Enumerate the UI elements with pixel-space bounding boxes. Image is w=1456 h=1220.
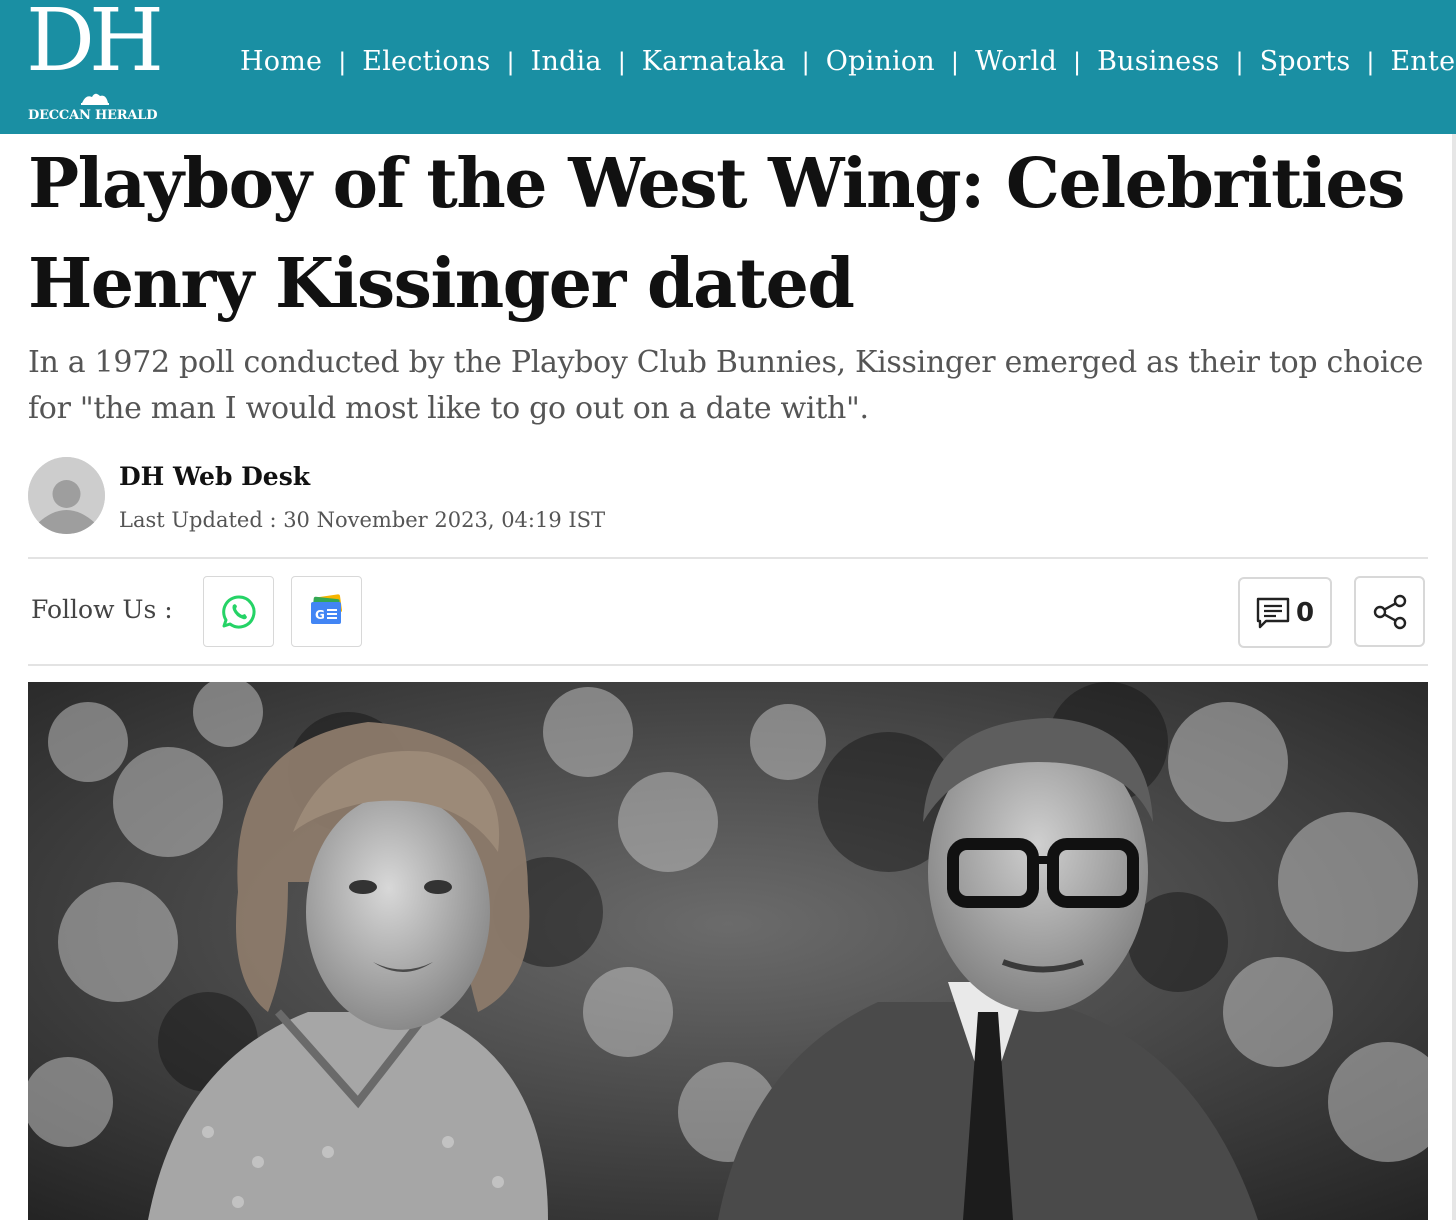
nav-separator: | xyxy=(506,47,515,76)
comments-button[interactable]: 0 xyxy=(1238,577,1332,648)
nav-separator: | xyxy=(1072,47,1082,76)
scrollbar-edge[interactable] xyxy=(1452,134,1456,1220)
google-news-follow-button[interactable]: G xyxy=(291,576,362,647)
deccan-herald-logo[interactable]: DH DECCAN HERALD xyxy=(26,0,166,128)
nav-world[interactable]: World xyxy=(975,46,1057,77)
divider xyxy=(28,557,1428,559)
share-icon xyxy=(1373,594,1406,629)
article-standfirst: In a 1972 poll conducted by the Playboy … xyxy=(28,345,1424,426)
site-header: DH DECCAN HERALD Home | Elections | Indi… xyxy=(0,0,1456,134)
follow-us-label: Follow Us : xyxy=(31,595,173,624)
last-updated: Last Updated : 30 November 2023, 04:19 I… xyxy=(119,508,606,532)
nav-karnataka[interactable]: Karnataka xyxy=(642,46,786,77)
nav-separator: | xyxy=(950,47,959,76)
nav-entertainment[interactable]: Enterta xyxy=(1391,46,1456,77)
logo-emblem-icon xyxy=(81,93,109,105)
nav-separator: | xyxy=(801,47,810,76)
author-name[interactable]: DH Web Desk xyxy=(119,462,310,491)
article-headline: Playboy of the West Wing: Celebrities He… xyxy=(28,144,1405,324)
share-button[interactable] xyxy=(1354,576,1425,647)
article-photo-image xyxy=(28,682,1428,1220)
nav-opinion[interactable]: Opinion xyxy=(826,46,935,77)
nav-separator: | xyxy=(1366,47,1375,76)
whatsapp-icon xyxy=(221,594,255,628)
comment-count: 0 xyxy=(1295,597,1315,628)
nav-separator: | xyxy=(1235,47,1244,76)
google-news-icon: G xyxy=(310,593,342,624)
nav-separator: | xyxy=(338,47,347,76)
logo-mark: DH xyxy=(26,0,164,91)
whatsapp-follow-button[interactable] xyxy=(203,576,274,647)
svg-text:G: G xyxy=(315,608,325,622)
nav-elections[interactable]: Elections xyxy=(362,46,490,77)
nav-business[interactable]: Business xyxy=(1097,46,1219,77)
main-nav: Home | Elections | India | Karnataka | O… xyxy=(240,46,1456,77)
divider xyxy=(28,664,1428,666)
comment-icon xyxy=(1256,597,1290,628)
author-avatar xyxy=(28,457,105,534)
nav-india[interactable]: India xyxy=(531,46,602,77)
nav-home[interactable]: Home xyxy=(240,46,322,77)
article-photo[interactable] xyxy=(28,682,1428,1220)
nav-separator: | xyxy=(617,47,626,76)
logo-text: DECCAN HERALD xyxy=(28,108,158,123)
user-placeholder-icon xyxy=(28,457,105,534)
nav-sports[interactable]: Sports xyxy=(1260,46,1351,77)
